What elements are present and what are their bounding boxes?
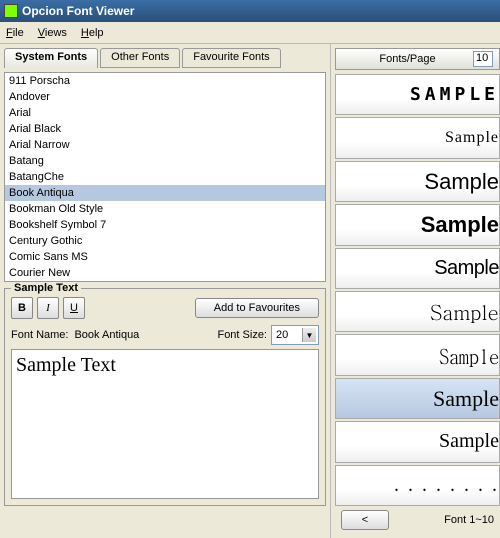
menu-views[interactable]: Views — [38, 27, 67, 39]
list-item[interactable]: Comic Sans MS — [5, 249, 325, 265]
titlebar: Opcion Font Viewer — [0, 0, 500, 22]
font-size-select[interactable]: 20 ▼ — [271, 325, 319, 345]
tab-favourite-fonts[interactable]: Favourite Fonts — [182, 48, 280, 68]
list-item[interactable]: Batang — [5, 153, 325, 169]
tab-other-fonts[interactable]: Other Fonts — [100, 48, 180, 68]
fonts-per-page-label: Fonts/Page — [379, 53, 435, 65]
list-item[interactable]: BatangChe — [5, 169, 325, 185]
fonts-per-page-input[interactable]: 10 — [473, 51, 493, 67]
sample-card[interactable]: Sample — [335, 117, 500, 158]
list-item[interactable]: Andover — [5, 89, 325, 105]
font-size-value: 20 — [276, 329, 288, 341]
sample-card[interactable]: Sample — [335, 334, 500, 375]
add-to-favourites-button[interactable]: Add to Favourites — [195, 298, 319, 318]
underline-button[interactable]: U — [63, 297, 85, 319]
sample-preview[interactable]: Sample Text — [11, 349, 319, 499]
sample-text-group: Sample Text B I U Add to Favourites Font… — [4, 288, 326, 506]
list-item[interactable]: Courier New — [5, 265, 325, 281]
list-item[interactable]: Arial Black — [5, 121, 325, 137]
tabs: System Fonts Other Fonts Favourite Fonts — [4, 48, 326, 68]
sample-cards: SAMPLESampleSampleSampleSampleSampleSamp… — [335, 74, 500, 506]
sample-card[interactable]: SAMPLE — [335, 74, 500, 115]
font-list[interactable]: 911 PorschaAndoverArialArial BlackArial … — [5, 73, 325, 281]
menu-help[interactable]: Help — [81, 27, 104, 39]
sample-card[interactable]: Sample — [335, 421, 500, 462]
chevron-down-icon: ▼ — [302, 328, 316, 342]
menubar: File Views Help — [0, 22, 500, 44]
font-list-panel: 911 PorschaAndoverArialArial BlackArial … — [4, 72, 326, 282]
list-item[interactable]: Arial Narrow — [5, 137, 325, 153]
sample-card[interactable]: Sample — [335, 291, 500, 332]
font-name-value: Book Antiqua — [74, 329, 139, 341]
fonts-per-page-bar: Fonts/Page 10 — [335, 48, 500, 70]
font-range-label: Font 1~10 — [444, 514, 494, 526]
italic-button[interactable]: I — [37, 297, 59, 319]
sample-card[interactable]: . . . . . . . . — [335, 465, 500, 506]
pagination-footer: < Font 1~10 — [335, 506, 500, 534]
list-item[interactable]: Bookshelf Symbol 7 — [5, 217, 325, 233]
list-item[interactable]: Book Antiqua — [5, 185, 325, 201]
font-name-label: Font Name: — [11, 329, 68, 341]
menu-file[interactable]: File — [6, 27, 24, 39]
window-title: Opcion Font Viewer — [22, 4, 134, 18]
prev-page-button[interactable]: < — [341, 510, 389, 530]
list-item[interactable]: Century Gothic — [5, 233, 325, 249]
sample-card[interactable]: Sample — [335, 248, 500, 289]
tab-system-fonts[interactable]: System Fonts — [4, 48, 98, 68]
sample-legend: Sample Text — [11, 282, 81, 294]
bold-button[interactable]: B — [11, 297, 33, 319]
list-item[interactable]: Bookman Old Style — [5, 201, 325, 217]
app-icon — [4, 4, 18, 18]
sample-card[interactable]: Sample — [335, 161, 500, 202]
sample-card[interactable]: Sample — [335, 204, 500, 245]
list-item[interactable]: Arial — [5, 105, 325, 121]
sample-card[interactable]: Sample — [335, 378, 500, 419]
font-size-label: Font Size: — [217, 329, 267, 341]
list-item[interactable]: 911 Porscha — [5, 73, 325, 89]
